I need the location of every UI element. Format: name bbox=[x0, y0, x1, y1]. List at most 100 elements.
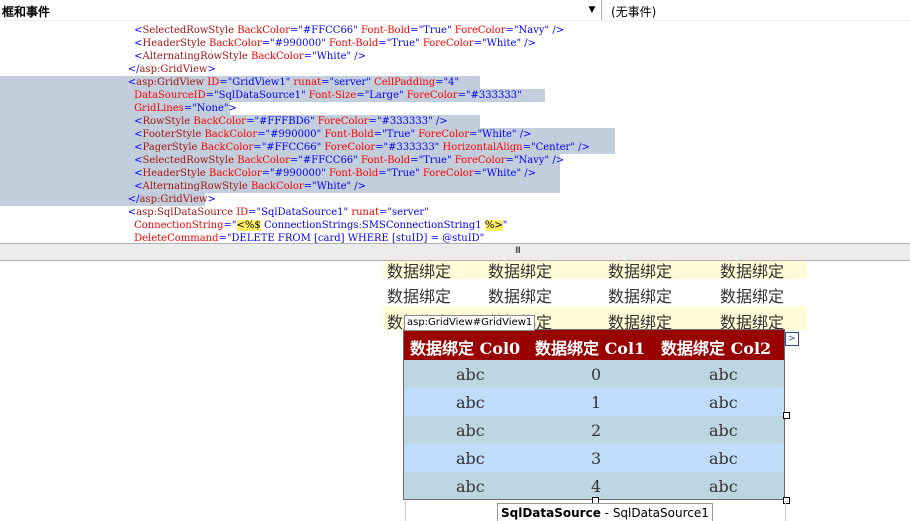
code-line: </asp:GridView> bbox=[115, 63, 910, 76]
code-line: GridLines="None"> bbox=[115, 102, 910, 115]
splitter-grip-icon[interactable]: III bbox=[515, 246, 521, 256]
code-token: = bbox=[253, 142, 262, 153]
code-token: RowStyle bbox=[142, 116, 191, 127]
code-token: = bbox=[257, 129, 266, 140]
table-row[interactable]: abc 0 abc bbox=[404, 360, 784, 388]
event-dropdown[interactable]: (无事件) bbox=[603, 0, 910, 20]
code-token: "#FFFBD6" bbox=[254, 116, 315, 127]
code-token: = bbox=[375, 142, 384, 153]
smart-tag-icon[interactable]: > bbox=[785, 332, 799, 346]
placeholder-cell: 数据绑定 bbox=[720, 262, 785, 281]
table-cell: 1 bbox=[591, 393, 602, 412]
sqldatasource-control[interactable]: SqlDataSource - SqlDataSource1 bbox=[497, 503, 713, 521]
placeholder-cell: 数据绑定 bbox=[488, 262, 553, 281]
code-token: "SqlDataSource1" bbox=[214, 90, 306, 101]
code-token: "4" bbox=[443, 77, 460, 88]
table-cell: abc bbox=[709, 393, 738, 412]
code-token: ForeColor bbox=[422, 38, 474, 49]
resize-handle-right[interactable] bbox=[783, 412, 790, 419]
code-token: " bbox=[502, 220, 508, 231]
code-line: DataSourceID="SqlDataSource1" Font-Size=… bbox=[115, 89, 910, 102]
chevron-down-icon[interactable]: ▼ bbox=[583, 0, 601, 20]
split-view-divider[interactable]: III bbox=[0, 243, 910, 261]
code-token: ForeColor bbox=[454, 25, 506, 36]
code-token: BackColor bbox=[251, 51, 304, 62]
code-token: = bbox=[219, 77, 228, 88]
code-line: <SelectedRowStyle BackColor="#FFCC66" Fo… bbox=[115, 24, 910, 37]
code-line: <FooterStyle BackColor="#990000" Font-Bo… bbox=[115, 128, 910, 141]
code-token: Font-Bold bbox=[324, 129, 374, 140]
table-row[interactable]: abc 3 abc bbox=[404, 444, 784, 472]
code-token: BackColor bbox=[237, 25, 290, 36]
code-token: "#333333" bbox=[383, 142, 440, 153]
code-token: </ bbox=[127, 194, 140, 205]
gridview-control[interactable]: 数据绑定 Col0 数据绑定 Col1 数据绑定 Col2 abc 0 abc abc 1 a… bbox=[403, 329, 785, 500]
code-token: "Center" bbox=[530, 142, 575, 153]
code-line: <asp:GridView ID="GridView1" runat="serv… bbox=[115, 76, 910, 89]
code-token: "None" bbox=[192, 103, 229, 114]
code-line: <HeaderStyle BackColor="#990000" Font-Bo… bbox=[115, 167, 910, 180]
code-token: HorizontalAlign bbox=[442, 142, 523, 153]
code-token: "True" bbox=[418, 25, 452, 36]
code-token: = bbox=[505, 25, 514, 36]
code-token: BackColor bbox=[251, 181, 304, 192]
code-token: Font-Bold bbox=[329, 168, 379, 179]
code-token: > bbox=[228, 103, 237, 114]
code-line: ConnectionString="<%$ ConnectionStrings:… bbox=[115, 219, 910, 232]
table-row[interactable]: abc 1 abc bbox=[404, 388, 784, 416]
object-dropdown-value: 框和事件 bbox=[2, 5, 51, 19]
design-surface[interactable]: 数据绑定 数据绑定 数据绑定 数据绑定 数据绑定 数据绑定 数据绑定 数据绑定 数据绑定 数据绑定… bbox=[0, 261, 910, 521]
code-token: < bbox=[127, 77, 137, 88]
code-token: AlternatingRowStyle bbox=[142, 181, 248, 192]
code-token: " bbox=[231, 220, 237, 231]
code-token: "White" bbox=[481, 168, 522, 179]
code-token: "Navy" bbox=[513, 155, 550, 166]
code-token: = bbox=[356, 90, 365, 101]
code-token: = bbox=[303, 51, 313, 62]
code-token: </ bbox=[127, 64, 140, 75]
object-dropdown[interactable]: 框和事件 ▼ bbox=[0, 0, 602, 20]
code-token: = bbox=[373, 129, 383, 140]
code-token: = bbox=[505, 155, 514, 166]
code-token: "White" bbox=[477, 129, 517, 140]
code-token: /> bbox=[552, 25, 565, 36]
table-row[interactable]: abc 4 abc bbox=[404, 472, 784, 499]
code-line: </asp:GridView> bbox=[115, 193, 910, 206]
code-token: "#FFCC66" bbox=[298, 155, 358, 166]
gridview-id-tag: asp:GridView#GridView1 bbox=[404, 315, 536, 331]
code-token: "Navy" bbox=[513, 25, 550, 36]
code-token: asp:GridView bbox=[136, 77, 205, 88]
code-token: "server" bbox=[387, 207, 429, 218]
table-cell: abc bbox=[456, 449, 485, 468]
code-token: "White" bbox=[312, 181, 352, 192]
code-token: /> bbox=[435, 116, 448, 127]
grid-column-header: 数据绑定 Col1 bbox=[535, 339, 646, 358]
placeholder-cell: 数据绑定 bbox=[488, 287, 553, 306]
table-row[interactable]: abc 2 abc bbox=[404, 416, 784, 444]
code-token: = bbox=[410, 25, 419, 36]
code-token: ForeColor bbox=[454, 155, 506, 166]
code-token: asp:GridView bbox=[139, 194, 208, 205]
code-token: asp:SqlDataSource bbox=[136, 207, 233, 218]
code-token: /> bbox=[354, 181, 367, 192]
code-token: = bbox=[457, 90, 466, 101]
code-token: BackColor bbox=[200, 142, 254, 153]
sqldatasource-type-label: SqlDataSource bbox=[501, 506, 601, 520]
code-token: GridLines bbox=[134, 103, 184, 114]
code-token: "White" bbox=[481, 38, 522, 49]
sqldatasource-id-label: SqlDataSource1 bbox=[612, 506, 709, 520]
source-code-editor[interactable]: <SelectedRowStyle BackColor="#FFCC66" Fo… bbox=[0, 21, 910, 243]
code-token: ForeColor bbox=[324, 142, 376, 153]
code-token: ID bbox=[207, 77, 220, 88]
code-token: HeaderStyle bbox=[142, 38, 206, 49]
placeholder-cell: 数据绑定 bbox=[720, 287, 785, 306]
code-token: BackColor bbox=[209, 168, 262, 179]
code-token: = bbox=[522, 142, 531, 153]
code-token: Font-Bold bbox=[329, 38, 379, 49]
